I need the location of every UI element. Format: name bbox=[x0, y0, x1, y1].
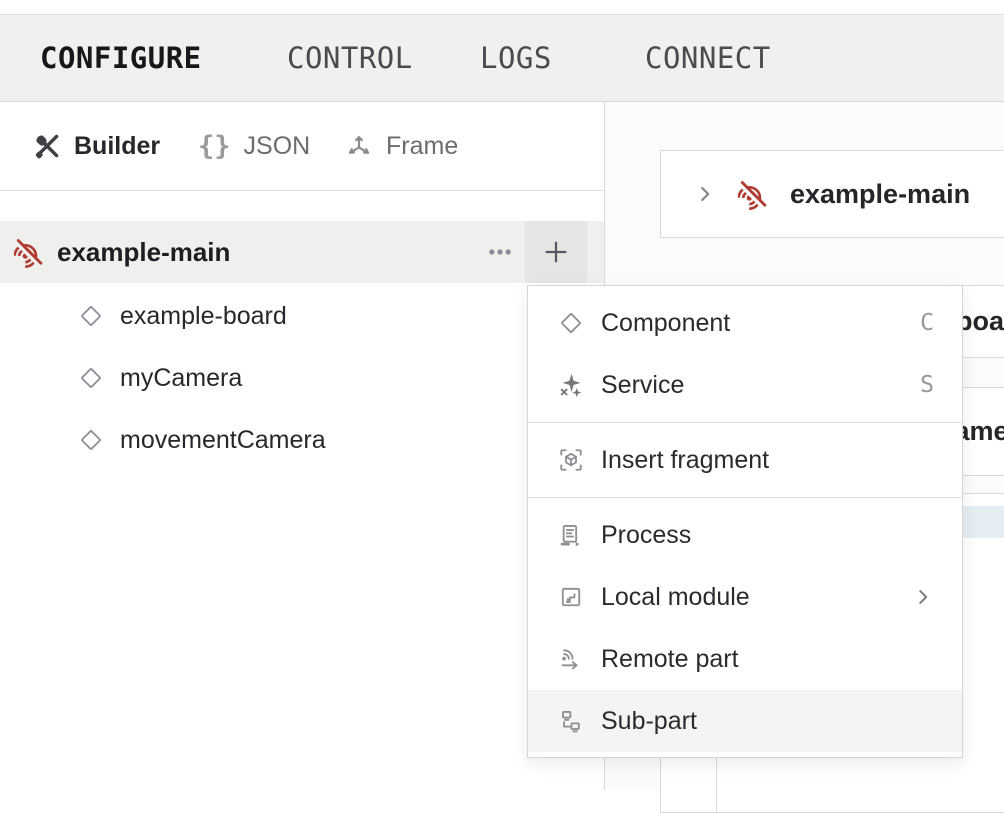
fragment-icon bbox=[558, 447, 584, 473]
part-header-card[interactable]: example-main bbox=[660, 150, 1004, 238]
add-resource-menu: Component C Service S Insert fragment bbox=[527, 285, 963, 758]
part-card-title: example-main bbox=[790, 179, 970, 210]
mode-frame[interactable]: Frame bbox=[345, 102, 458, 190]
subpart-icon bbox=[558, 708, 584, 734]
resource-tree: example-board myCamera movementCamera bbox=[0, 285, 604, 471]
mode-json-label: JSON bbox=[244, 132, 311, 161]
menu-item-process[interactable]: Process bbox=[528, 504, 962, 566]
tab-control[interactable]: CONTROL bbox=[287, 15, 413, 101]
braces-icon: {} bbox=[198, 131, 231, 162]
diamond-icon bbox=[78, 365, 104, 391]
machine-name: example-main bbox=[57, 237, 230, 268]
menu-item-label: Process bbox=[601, 521, 691, 550]
chevron-right-icon bbox=[912, 586, 934, 608]
plus-icon bbox=[541, 237, 571, 267]
tree-item-label: example-board bbox=[120, 302, 287, 331]
process-icon bbox=[558, 522, 584, 548]
menu-item-label: Local module bbox=[601, 583, 750, 612]
diamond-icon bbox=[78, 303, 104, 329]
offline-icon bbox=[738, 178, 770, 210]
window-top-strip bbox=[0, 0, 1004, 15]
menu-item-sub-part[interactable]: Sub-part bbox=[528, 690, 962, 752]
shortcut-key: S bbox=[920, 372, 934, 398]
menu-item-label: Sub-part bbox=[601, 707, 697, 736]
view-mode-toolbar: Builder {} JSON Frame bbox=[0, 102, 604, 191]
tree-item-mycamera[interactable]: myCamera bbox=[0, 347, 604, 409]
mode-builder-label: Builder bbox=[74, 132, 160, 161]
menu-item-label: Component bbox=[601, 309, 730, 338]
tab-connect[interactable]: CONNECT bbox=[645, 15, 771, 101]
tree-item-label: myCamera bbox=[120, 364, 242, 393]
module-icon bbox=[558, 584, 584, 610]
shortcut-key: C bbox=[920, 310, 934, 336]
mode-json[interactable]: {} JSON bbox=[198, 102, 310, 190]
component-icon bbox=[558, 310, 584, 336]
menu-item-component[interactable]: Component C bbox=[528, 292, 962, 354]
more-button[interactable] bbox=[475, 221, 525, 283]
menu-item-label: Insert fragment bbox=[601, 446, 769, 475]
more-icon bbox=[486, 238, 514, 266]
offline-icon bbox=[14, 236, 46, 268]
menu-item-local-module[interactable]: Local module bbox=[528, 566, 962, 628]
config-sidebar: Builder {} JSON Frame bbox=[0, 102, 605, 790]
main-nav-bar: CONFIGURE CONTROL LOGS CONNECT bbox=[0, 15, 1004, 102]
menu-item-service[interactable]: Service S bbox=[528, 354, 962, 416]
menu-item-insert-fragment[interactable]: Insert fragment bbox=[528, 429, 962, 491]
tab-configure[interactable]: CONFIGURE bbox=[40, 15, 202, 101]
menu-item-label: Service bbox=[601, 371, 684, 400]
chevron-right-icon[interactable] bbox=[694, 183, 716, 205]
menu-item-label: Remote part bbox=[601, 645, 739, 674]
tools-icon bbox=[33, 132, 61, 160]
tree-item-label: movementCamera bbox=[120, 426, 326, 455]
frame-axes-icon bbox=[345, 132, 373, 160]
plus-button[interactable] bbox=[525, 221, 587, 283]
machine-row-example-main[interactable]: example-main bbox=[0, 221, 604, 283]
mode-frame-label: Frame bbox=[386, 132, 458, 161]
tree-item-movementcamera[interactable]: movementCamera bbox=[0, 409, 604, 471]
tab-logs[interactable]: LOGS bbox=[480, 15, 552, 101]
menu-divider bbox=[528, 422, 962, 423]
mode-builder[interactable]: Builder bbox=[33, 102, 160, 190]
diamond-icon bbox=[78, 427, 104, 453]
menu-divider bbox=[528, 497, 962, 498]
tree-item-example-board[interactable]: example-board bbox=[0, 285, 604, 347]
remote-icon bbox=[558, 646, 584, 672]
menu-item-remote-part[interactable]: Remote part bbox=[528, 628, 962, 690]
service-icon bbox=[558, 372, 584, 398]
